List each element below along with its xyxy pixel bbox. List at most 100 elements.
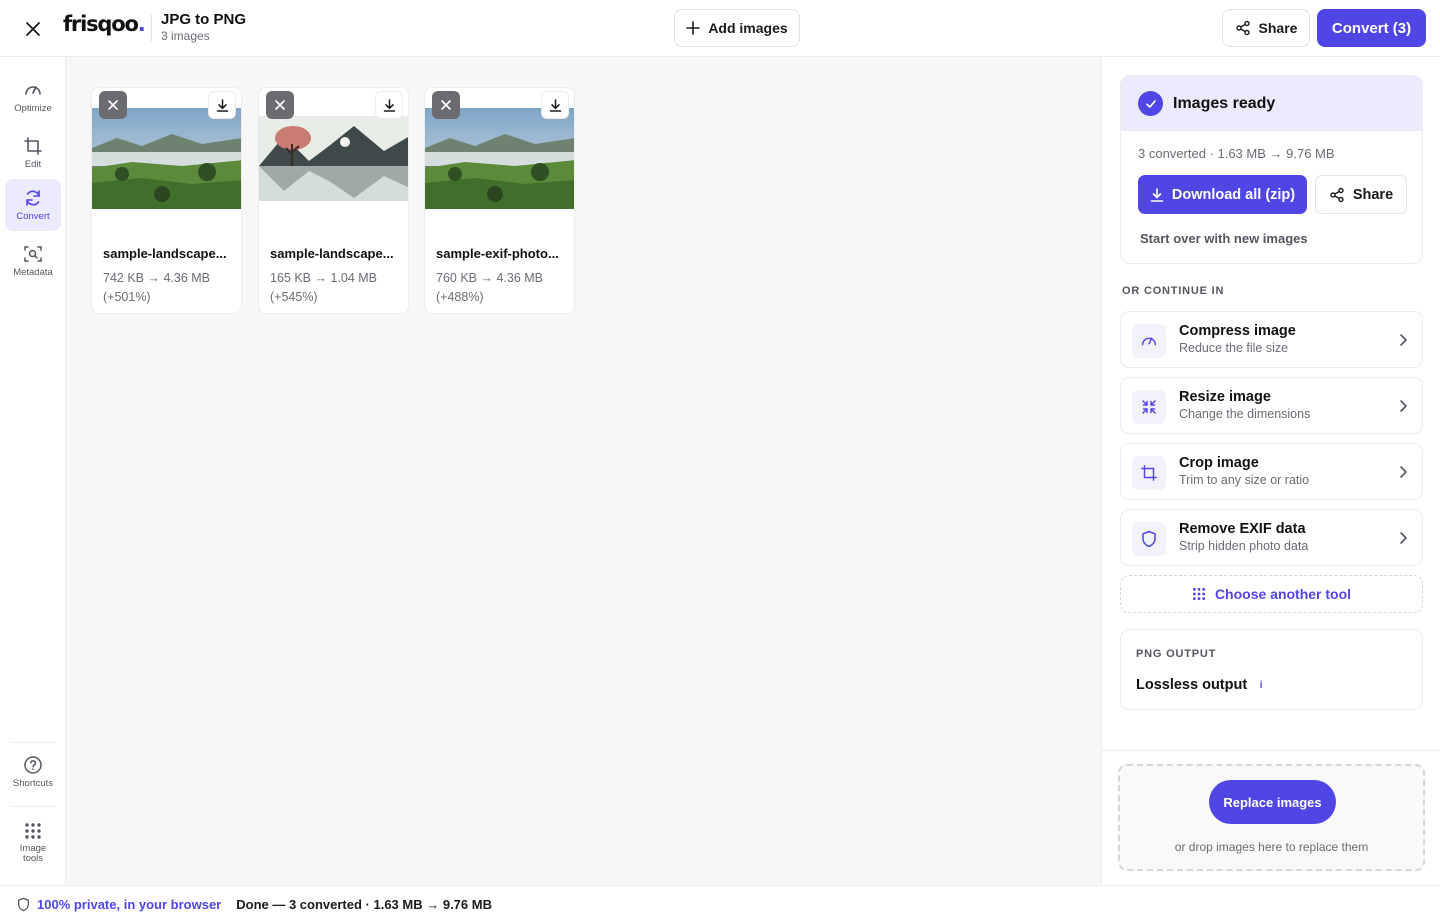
conversion-stats: 3 converted · 1.63 MB → 9.76 MB <box>1138 146 1335 161</box>
chevron-right-icon <box>1400 400 1407 412</box>
thumbnail-area <box>425 88 574 233</box>
choose-another-tool-button[interactable]: Choose another tool <box>1120 575 1423 613</box>
close-button[interactable] <box>18 14 48 44</box>
remove-image-button[interactable] <box>432 91 460 119</box>
png-output-label: PNG OUTPUT <box>1136 648 1217 660</box>
convert-button[interactable]: Convert (3) <box>1317 9 1426 47</box>
image-file-name: sample-exif-photo... <box>436 246 559 261</box>
image-file-name: sample-landscape... <box>103 246 227 261</box>
close-icon <box>26 22 40 36</box>
image-thumbnail <box>425 108 574 209</box>
replace-images-button[interactable]: Replace images <box>1209 780 1336 824</box>
nav-item-metadata[interactable]: Metadata <box>5 235 61 287</box>
tool-name: Remove EXIF data <box>1179 521 1306 537</box>
left-nav: Optimize Edit Convert Metadata Shortcuts… <box>0 57 66 885</box>
image-size-info: 760 KB → 4.36 MB (+488%) <box>436 271 544 304</box>
close-icon <box>108 100 118 110</box>
tool-crop-image[interactable]: Crop image Trim to any size or ratio <box>1120 443 1423 500</box>
gauge-icon <box>25 86 41 95</box>
images-ready-title: Images ready <box>1173 94 1276 112</box>
info-icon[interactable]: i <box>1255 680 1267 691</box>
panel-divider <box>1102 750 1440 751</box>
close-icon <box>441 100 451 110</box>
image-card[interactable]: sample-landscape... 742 KB → 4.36 MB (+5… <box>91 87 242 314</box>
tool-name: Compress image <box>1179 323 1296 339</box>
drop-hint: or drop images here to replace them <box>1174 840 1369 854</box>
crop-icon <box>24 137 42 155</box>
tool-compress-image[interactable]: Compress image Reduce the file size <box>1120 311 1423 368</box>
image-thumbnail <box>259 116 408 201</box>
download-all-button[interactable]: Download all (zip) <box>1138 175 1307 214</box>
page-title-group: JPG to PNG 3 images <box>161 11 246 43</box>
status-text: Done — 3 converted · 1.63 MB → 9.76 MB <box>236 897 492 912</box>
shrink-icon <box>1132 390 1166 424</box>
nav-divider <box>10 742 56 743</box>
check-icon <box>1138 91 1163 116</box>
png-output-settings: PNG OUTPUT Lossless output i <box>1120 629 1423 710</box>
tool-remove-exif[interactable]: Remove EXIF data Strip hidden photo data <box>1120 509 1423 566</box>
share-button[interactable]: Share <box>1222 9 1310 47</box>
download-icon <box>1150 187 1164 202</box>
nav-item-image-tools[interactable]: Image tools <box>5 813 61 873</box>
tool-name: Crop image <box>1179 455 1259 471</box>
tool-description: Trim to any size or ratio <box>1179 473 1310 487</box>
download-icon <box>216 98 228 112</box>
gauge-icon <box>1132 324 1166 358</box>
image-grid: sample-landscape... 742 KB → 4.36 MB (+5… <box>66 57 1101 885</box>
image-thumbnail <box>92 108 241 209</box>
download-image-button[interactable] <box>375 91 403 119</box>
grid-icon <box>25 823 41 839</box>
images-ready-header: Images ready <box>1121 76 1422 131</box>
logo[interactable]: frisqoo. <box>63 12 146 36</box>
add-images-button[interactable]: Add images <box>674 9 800 47</box>
image-file-name: sample-landscape... <box>270 246 394 261</box>
nav-item-optimize[interactable]: Optimize <box>5 71 61 123</box>
image-card[interactable]: sample-landscape... 165 KB → 1.04 MB (+5… <box>258 87 409 314</box>
image-size-info: 742 KB → 4.36 MB (+501%) <box>103 271 211 304</box>
download-icon <box>383 98 395 112</box>
chevron-right-icon <box>1400 466 1407 478</box>
plus-icon <box>686 21 701 35</box>
share-icon <box>1235 20 1250 36</box>
share-icon <box>1330 187 1344 202</box>
download-image-button[interactable] <box>208 91 236 119</box>
share-results-button[interactable]: Share <box>1315 175 1407 214</box>
help-icon <box>24 756 42 774</box>
privacy-link[interactable]: 100% private, in your browser <box>17 897 221 912</box>
download-icon <box>549 98 561 112</box>
grid-icon <box>1192 587 1206 601</box>
shield-icon <box>17 897 30 912</box>
tool-description: Change the dimensions <box>1179 407 1311 421</box>
right-panel: Images ready 3 converted · 1.63 MB → 9.7… <box>1101 57 1440 885</box>
refresh-icon <box>26 190 40 206</box>
image-card[interactable]: sample-exif-photo... 760 KB → 4.36 MB (+… <box>424 87 575 314</box>
nav-item-shortcuts[interactable]: Shortcuts <box>5 746 61 798</box>
thumbnail-area <box>92 88 241 233</box>
start-over-link[interactable]: Start over with new images <box>1140 231 1308 246</box>
nav-item-edit[interactable]: Edit <box>5 127 61 179</box>
close-icon <box>275 100 285 110</box>
image-size-info: 165 KB → 1.04 MB (+545%) <box>270 271 378 304</box>
nav-divider <box>10 806 56 807</box>
tool-description: Reduce the file size <box>1179 341 1289 355</box>
page-title: JPG to PNG <box>161 11 247 28</box>
thumbnail-area <box>259 88 408 233</box>
png-output-value: Lossless output i <box>1136 677 1267 693</box>
remove-image-button[interactable] <box>99 91 127 119</box>
chevron-right-icon <box>1400 532 1407 544</box>
shield-icon <box>1132 522 1166 556</box>
replace-drop-zone[interactable]: Replace images or drop images here to re… <box>1118 764 1425 871</box>
status-bar: 100% private, in your browser Done — 3 c… <box>0 885 1440 923</box>
continue-heading: OR CONTINUE IN <box>1122 285 1225 297</box>
remove-image-button[interactable] <box>266 91 294 119</box>
scan-icon <box>24 246 42 262</box>
tool-name: Resize image <box>1179 389 1271 405</box>
tool-resize-image[interactable]: Resize image Change the dimensions <box>1120 377 1423 434</box>
chevron-right-icon <box>1400 334 1407 346</box>
download-image-button[interactable] <box>541 91 569 119</box>
images-ready-card: Images ready 3 converted · 1.63 MB → 9.7… <box>1120 75 1423 264</box>
header-divider <box>151 14 152 42</box>
nav-item-convert[interactable]: Convert <box>5 179 61 231</box>
image-count: 3 images <box>161 29 210 43</box>
tool-description: Strip hidden photo data <box>1179 539 1309 553</box>
